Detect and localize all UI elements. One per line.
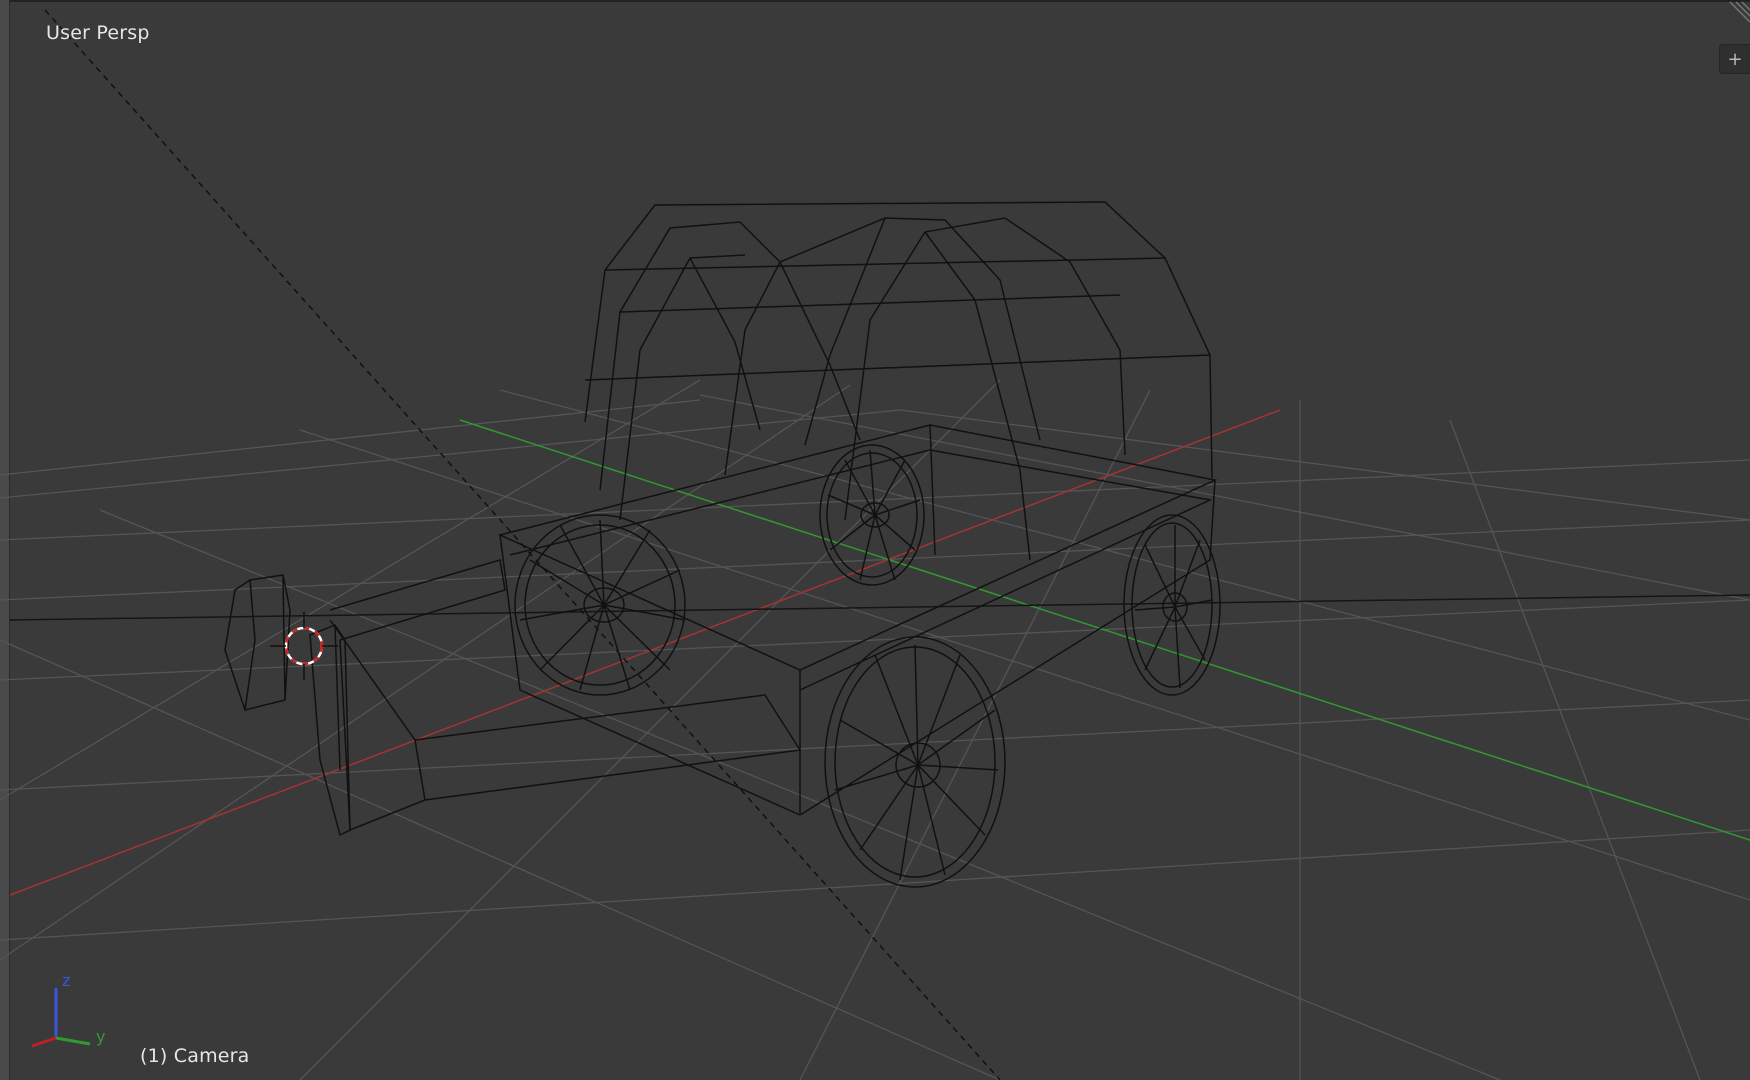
plus-icon: + — [1727, 48, 1743, 70]
axis-gizmo: z y — [31, 971, 105, 1048]
add-region-button[interactable]: + — [1719, 44, 1750, 74]
active-object-label: (1) Camera — [140, 1045, 250, 1067]
wagon-wireframe[interactable] — [224, 201, 1221, 888]
3d-cursor-icon[interactable] — [270, 612, 338, 680]
3d-viewport[interactable]: User Persp (1) Camera + z y — [0, 0, 1750, 1080]
resize-grip-icon[interactable] — [1720, 0, 1750, 30]
horizon-line — [9, 594, 1750, 621]
scene-canvas[interactable] — [0, 0, 1750, 1080]
x-axis-line — [9, 409, 1281, 896]
view-name-label: User Persp — [46, 22, 150, 44]
ground-grid — [0, 379, 1750, 1080]
gizmo-x-axis — [31, 1036, 57, 1048]
y-axis-line — [459, 419, 1750, 841]
gizmo-z-label: z — [62, 971, 70, 990]
gizmo-y-axis — [55, 1036, 91, 1046]
gizmo-y-label: y — [96, 1027, 105, 1046]
